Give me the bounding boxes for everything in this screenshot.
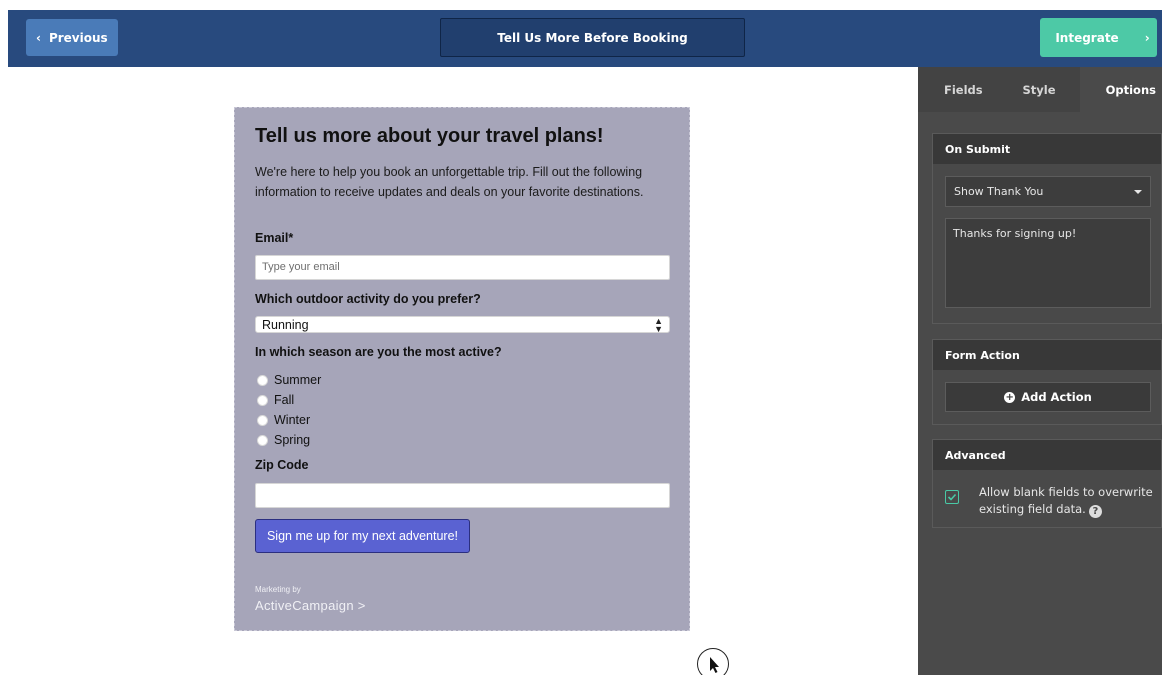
season-option-spring[interactable]: Spring <box>257 430 321 450</box>
checkmark-icon <box>947 493 957 501</box>
thank-you-message-field[interactable]: Thanks for signing up! <box>945 218 1151 308</box>
tab-style[interactable]: Style <box>998 67 1080 112</box>
previous-label: Previous <box>48 30 108 45</box>
form-intro: We're here to help you book an unforgett… <box>255 165 644 199</box>
options-panel: Fields Style Options On Submit Show Than… <box>918 67 1162 675</box>
top-bar: ‹ Previous Tell Us More Before Booking I… <box>8 10 1162 67</box>
add-action-button[interactable]: + Add Action <box>945 382 1151 412</box>
email-label: Email* <box>255 231 294 245</box>
radio-button[interactable] <box>257 434 268 446</box>
marketing-by-text: Marketing by <box>255 585 301 594</box>
zip-input[interactable] <box>255 483 670 508</box>
caret-down-icon <box>1134 189 1142 194</box>
plus-circle-icon: + <box>1004 391 1016 403</box>
activity-select[interactable]: Running ▲ ▼ <box>255 316 670 333</box>
activecampaign-logo[interactable]: ActiveCampaign > <box>255 598 366 613</box>
on-submit-dropdown[interactable]: Show Thank You <box>945 176 1151 207</box>
radio-label: Summer <box>274 373 322 387</box>
previous-button[interactable]: ‹ Previous <box>26 19 118 56</box>
chevron-right-icon: › <box>1144 30 1150 45</box>
season-label: In which season are you the most active? <box>255 345 502 359</box>
allow-blank-fields-text: Allow blank fields to overwrite existing… <box>979 484 1157 518</box>
radio-label: Spring <box>274 433 311 447</box>
activity-selected-value: Running <box>262 317 309 332</box>
pointer-arrow-icon <box>710 657 719 673</box>
radio-button[interactable] <box>257 394 268 406</box>
add-action-label: Add Action <box>1021 390 1092 404</box>
activity-label: Which outdoor activity do you prefer? <box>255 292 481 306</box>
form-preview[interactable]: Tell us more about your travel plans! We… <box>234 107 690 631</box>
submit-label: Sign me up for my next adventure! <box>266 529 459 543</box>
allow-blank-fields-label: Allow blank fields to overwrite existing… <box>979 485 1153 516</box>
season-radio-group: Summer Fall Winter Spring <box>257 370 321 450</box>
cursor-icon <box>697 648 729 675</box>
form-submit-button[interactable]: Sign me up for my next adventure! <box>255 519 470 553</box>
integrate-label: Integrate <box>1055 30 1119 45</box>
allow-blank-fields-checkbox[interactable] <box>945 490 959 504</box>
form-title-field[interactable]: Tell Us More Before Booking <box>440 18 745 57</box>
on-submit-title: On Submit <box>933 134 1161 164</box>
zip-label: Zip Code <box>255 458 309 472</box>
radio-label: Fall <box>274 393 295 407</box>
panel-tabs: Fields Style Options <box>918 67 1162 112</box>
on-submit-section: On Submit Show Thank You Thanks for sign… <box>932 133 1162 324</box>
form-action-section: Form Action + Add Action <box>932 339 1162 425</box>
season-option-fall[interactable]: Fall <box>257 390 321 410</box>
advanced-section: Advanced Allow blank fields to overwrite… <box>932 439 1162 528</box>
form-heading: Tell us more about your travel plans! <box>255 125 604 147</box>
on-submit-selected-value: Show Thank You <box>954 185 1044 198</box>
email-input[interactable]: Type your email <box>255 255 670 280</box>
season-option-summer[interactable]: Summer <box>257 370 321 390</box>
form-builder-screen: ‹ Previous Tell Us More Before Booking I… <box>0 0 1162 675</box>
tab-options[interactable]: Options <box>1080 67 1162 112</box>
form-action-title: Form Action <box>933 340 1161 370</box>
help-icon[interactable]: ? <box>1088 505 1102 518</box>
tab-fields[interactable]: Fields <box>918 67 998 112</box>
radio-button[interactable] <box>257 374 268 386</box>
radio-button[interactable] <box>257 414 268 426</box>
chevron-left-icon: ‹ <box>36 30 41 45</box>
integrate-button[interactable]: Integrate › <box>1040 18 1157 57</box>
form-title: Tell Us More Before Booking <box>497 30 688 45</box>
select-arrows-icon: ▲ ▼ <box>654 315 663 334</box>
season-option-winter[interactable]: Winter <box>257 410 321 430</box>
advanced-title: Advanced <box>933 440 1161 470</box>
radio-label: Winter <box>274 413 311 427</box>
